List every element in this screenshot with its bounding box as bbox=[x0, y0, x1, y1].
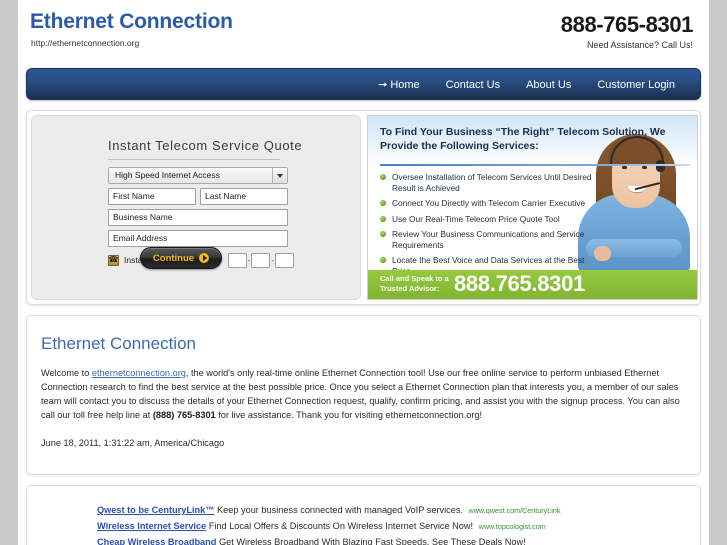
sponsored-links-panel: Qwest to be CenturyLink™ Keep your busin… bbox=[26, 485, 701, 545]
primary-navigation-items: ➞ Home Contact Us About Us Customer Login bbox=[365, 69, 688, 101]
nav-item-about-us[interactable]: About Us bbox=[513, 69, 584, 101]
agent-eye-left bbox=[622, 166, 627, 169]
phone-separator-1: - bbox=[247, 255, 251, 265]
main-content-panel: Ethernet Connection Welcome to ethernetc… bbox=[26, 315, 701, 475]
phone-prefix-input[interactable] bbox=[251, 252, 271, 268]
nav-item-home-label: Home bbox=[390, 79, 420, 91]
ad-title[interactable]: Cheap Wireless Broadband bbox=[97, 537, 216, 545]
intro-paragraph: Welcome to ethernetconnection.org, the w… bbox=[41, 366, 685, 422]
ad-title[interactable]: Wireless Internet Service bbox=[97, 521, 206, 531]
intro-site-link[interactable]: ethernetconnection.org bbox=[92, 368, 186, 378]
site-header: Ethernet Connection http://ethernetconne… bbox=[18, 0, 709, 60]
ad-url: www.qwest.com/CenturyLink bbox=[468, 506, 561, 515]
play-arrow-icon bbox=[199, 253, 210, 263]
continue-button-label: Continue bbox=[152, 252, 195, 264]
ad-description: Keep your business connected with manage… bbox=[216, 505, 463, 515]
telephone-icon: ☎ bbox=[108, 254, 119, 266]
nav-item-customer-login[interactable]: Customer Login bbox=[584, 69, 688, 101]
continue-button-wrap: Continue bbox=[140, 247, 222, 269]
email-address-input[interactable]: Email Address bbox=[108, 230, 288, 247]
page-root: Ethernet Connection http://ethernetconne… bbox=[0, 0, 727, 545]
promo-list-item: Connect You Directly with Telecom Carrie… bbox=[380, 198, 595, 209]
continue-button[interactable]: Continue bbox=[140, 247, 222, 269]
promo-cta-bar: Call and Speak to a Trusted Advisor: 888… bbox=[368, 270, 697, 299]
header-phone-subtitle: Need Assistance? Call Us! bbox=[586, 40, 693, 50]
promo-banner[interactable]: To Find Your Business “The Right” Teleco… bbox=[367, 115, 698, 300]
ad-description: Get Wireless Broadband With Blazing Fast… bbox=[218, 537, 526, 545]
quote-form-title: Instant Telecom Service Quote bbox=[108, 138, 303, 153]
nav-item-contact-us[interactable]: Contact Us bbox=[433, 69, 513, 101]
first-name-input[interactable]: First Name bbox=[108, 188, 196, 205]
name-fields-row: First Name Last Name bbox=[108, 188, 294, 205]
brand-title: Ethernet Connection bbox=[30, 10, 233, 33]
nav-item-home[interactable]: ➞ Home bbox=[365, 69, 433, 101]
header-phone-number: 888-765-8301 bbox=[560, 12, 694, 37]
top-panel: Instant Telecom Service Quote High Speed… bbox=[26, 110, 701, 305]
promo-list-item: Oversee Installation of Telecom Services… bbox=[380, 172, 595, 193]
ad-link-row: Wireless Internet Service Find Local Off… bbox=[97, 520, 546, 533]
quote-title-divider bbox=[108, 159, 280, 160]
ad-url: www.topcologist.com bbox=[478, 522, 546, 531]
ad-link-row: Qwest to be CenturyLink™ Keep your busin… bbox=[97, 504, 560, 517]
phone-separator-2: - bbox=[271, 255, 274, 265]
intro-phone: (888) 765-8301 bbox=[152, 410, 216, 420]
last-name-input[interactable]: Last Name bbox=[200, 188, 288, 205]
agent-eye-right bbox=[642, 166, 647, 169]
promo-list-item: Review Your Business Communications and … bbox=[380, 229, 595, 250]
headset-earpad-icon bbox=[656, 160, 665, 172]
brand-url: http://ethernetconnection.org bbox=[31, 38, 140, 48]
chevron-down-icon[interactable] bbox=[272, 168, 287, 183]
arrow-right-icon: ➞ bbox=[378, 79, 388, 91]
promo-cta-phone: 888.765.8301 bbox=[454, 271, 585, 296]
promo-services-list: Oversee Installation of Telecom Services… bbox=[380, 172, 595, 281]
promo-divider bbox=[380, 164, 690, 166]
promo-headline: To Find Your Business “The Right” Teleco… bbox=[380, 126, 666, 152]
ad-description: Find Local Offers & Discounts On Wireles… bbox=[208, 521, 474, 531]
primary-navigation-bar: ➞ Home Contact Us About Us Customer Login bbox=[26, 68, 701, 100]
service-select-row: High Speed Internet Access bbox=[108, 167, 288, 184]
phone-line-input[interactable] bbox=[275, 252, 294, 268]
page-title: Ethernet Connection bbox=[41, 334, 196, 353]
ad-title[interactable]: Qwest to be CenturyLink™ bbox=[97, 505, 214, 515]
service-select[interactable]: High Speed Internet Access bbox=[108, 167, 288, 184]
install-phone-fields: - - bbox=[227, 252, 294, 268]
intro-text-part2: for live assistance. Thank you for visit… bbox=[215, 410, 483, 420]
promo-list-item: Use Our Real-Time Telecom Price Quote To… bbox=[380, 214, 595, 225]
business-name-input[interactable]: Business Name bbox=[108, 209, 288, 226]
instant-quote-box: Instant Telecom Service Quote High Speed… bbox=[31, 115, 361, 300]
intro-prefix: Welcome to bbox=[41, 368, 92, 378]
promo-cta-label: Call and Speak to a Trusted Advisor: bbox=[380, 274, 449, 293]
phone-area-code-input[interactable] bbox=[227, 252, 247, 268]
ad-link-row: Cheap Wireless Broadband Get Wireless Br… bbox=[97, 536, 526, 545]
agent-hand bbox=[594, 246, 611, 261]
timestamp: June 18, 2011, 1:31:22 am, America/Chica… bbox=[41, 438, 225, 448]
